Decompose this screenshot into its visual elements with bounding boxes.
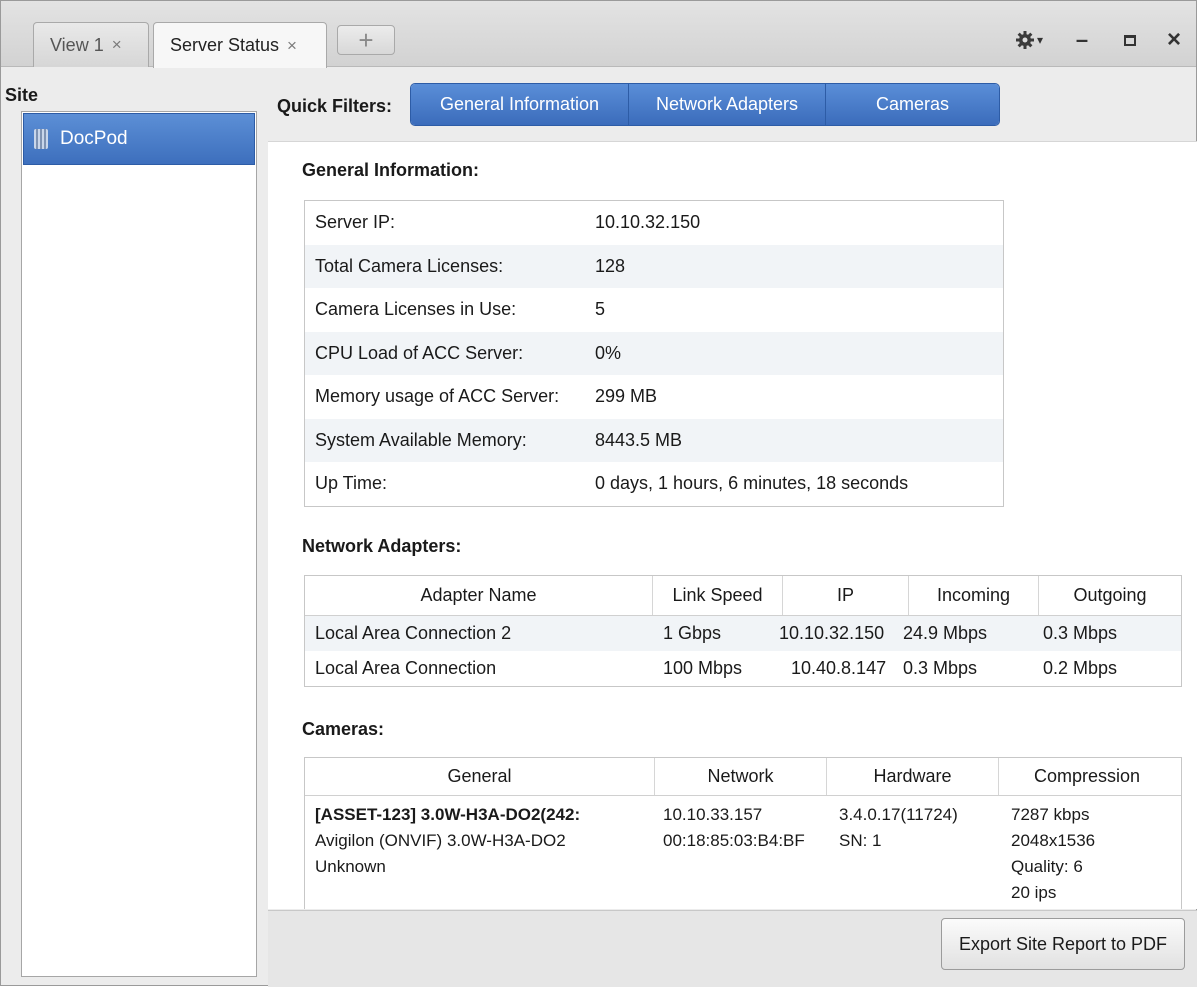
maximize-icon — [1124, 34, 1136, 46]
info-row: Server IP: 10.10.32.150 — [305, 201, 1003, 245]
info-key: Camera Licenses in Use: — [315, 299, 517, 320]
camera-serial: SN: 1 — [839, 831, 882, 850]
cell-adapter-name: Local Area Connection — [315, 658, 497, 678]
column-header-hardware[interactable]: Hardware — [827, 758, 999, 795]
camera-ip: 10.10.33.157 — [663, 805, 763, 824]
info-value: 0 days, 1 hours, 6 minutes, 18 seconds — [595, 473, 909, 494]
cell-adapter-name: Local Area Connection 2 — [315, 623, 512, 643]
info-row: CPU Load of ACC Server: 0% — [305, 331, 1003, 375]
info-key: System Available Memory: — [315, 429, 527, 450]
network-adapters-heading: Network Adapters: — [302, 536, 462, 556]
tab-label: View 1 — [50, 34, 104, 55]
info-row: Total Camera Licenses: 128 — [305, 244, 1003, 288]
add-tab-button[interactable]: + — [337, 25, 395, 55]
info-row: Camera Licenses in Use: 5 — [305, 288, 1003, 332]
cell-ip: 10.10.32.150 — [779, 623, 885, 643]
minimize-icon: – — [1075, 27, 1089, 52]
table-row[interactable]: Local Area Connection 2 1 Gbps 10.10.32.… — [305, 616, 1181, 651]
close-window-button[interactable]: × — [1159, 25, 1189, 55]
cell-incoming: 24.9 Mbps — [903, 623, 988, 643]
info-value: 5 — [595, 299, 606, 320]
camera-resolution: 2048x1536 — [1011, 831, 1096, 850]
column-header-link-speed[interactable]: Link Speed — [653, 576, 783, 615]
camera-status: Unknown — [315, 857, 386, 876]
general-information-table: Server IP: 10.10.32.150 Total Camera Lice… — [304, 200, 1004, 507]
tab-server-status[interactable]: Server Status × — [153, 22, 327, 68]
maximize-button[interactable] — [1115, 25, 1145, 55]
filter-network-adapters-button[interactable]: Network Adapters — [629, 84, 826, 125]
close-icon: × — [1166, 26, 1181, 53]
camera-network-cell: 10.10.33.157 00:18:85:03:B4:BF — [655, 802, 827, 906]
camera-mac: 00:18:85:03:B4:BF — [663, 831, 805, 850]
site-item-docpod[interactable]: DocPod — [23, 113, 255, 165]
tab-view-1[interactable]: View 1 × — [33, 22, 149, 67]
column-header-outgoing[interactable]: Outgoing — [1039, 576, 1181, 615]
cell-outgoing: 0.2 Mbps — [1043, 658, 1118, 678]
camera-frame-rate: 20 ips — [1011, 883, 1057, 902]
info-key: CPU Load of ACC Server: — [315, 342, 524, 363]
camera-bitrate: 7287 kbps — [1011, 805, 1090, 824]
camera-compression-cell: 7287 kbps 2048x1536 Quality: 6 20 ips — [999, 802, 1175, 906]
cameras-heading: Cameras: — [302, 719, 385, 739]
camera-hardware-cell: 3.4.0.17(11724) SN: 1 — [827, 802, 999, 906]
cell-link-speed: 1 Gbps — [663, 623, 722, 643]
info-row: System Available Memory: 8443.5 MB — [305, 418, 1003, 462]
info-key: Total Camera Licenses: — [315, 255, 504, 276]
site-item-label: DocPod — [60, 128, 128, 149]
table-header: Adapter Name Link Speed IP Incoming Outg… — [305, 576, 1181, 616]
info-value: 128 — [595, 255, 626, 276]
close-tab-icon[interactable]: × — [112, 35, 122, 55]
network-adapters-rows: Local Area Connection 2 1 Gbps 10.10.32.… — [305, 616, 1181, 686]
cell-ip: 10.40.8.147 — [791, 658, 887, 678]
column-header-general[interactable]: General — [305, 758, 655, 795]
camera-name: [ASSET-123] 3.0W-H3A-DO2(242: — [315, 805, 581, 824]
table-row[interactable]: Local Area Connection 100 Mbps 10.40.8.1… — [305, 651, 1181, 686]
info-key: Up Time: — [315, 473, 388, 494]
cell-incoming: 0.3 Mbps — [903, 658, 978, 678]
camera-quality: Quality: 6 — [1011, 857, 1083, 876]
info-value: 299 MB — [595, 386, 658, 407]
info-value: 0% — [595, 342, 622, 363]
filter-cameras-button[interactable]: Cameras — [826, 84, 999, 125]
site-list: DocPod — [21, 111, 257, 977]
info-value: 8443.5 MB — [595, 429, 683, 450]
camera-row[interactable]: [ASSET-123] 3.0W-H3A-DO2(242: Avigilon (… — [305, 796, 1181, 906]
camera-general-cell: [ASSET-123] 3.0W-H3A-DO2(242: Avigilon (… — [305, 802, 655, 906]
filter-general-information-button[interactable]: General Information — [411, 84, 629, 125]
general-information-heading: General Information: — [302, 160, 480, 180]
minimize-button[interactable]: – — [1067, 25, 1097, 55]
export-site-report-button[interactable]: Export Site Report to PDF — [941, 918, 1185, 970]
column-header-adapter-name[interactable]: Adapter Name — [305, 576, 653, 615]
app-window: View 1 × Server Status × + ▾ – × Site Do… — [0, 0, 1197, 987]
gear-icon — [1015, 31, 1034, 49]
column-header-ip[interactable]: IP — [783, 576, 909, 615]
column-header-incoming[interactable]: Incoming — [909, 576, 1039, 615]
quick-filters-label: Quick Filters: — [277, 96, 393, 116]
camera-firmware: 3.4.0.17(11724) — [839, 805, 958, 824]
site-panel-title: Site — [5, 85, 39, 105]
table-header: General Network Hardware Compression — [305, 758, 1181, 796]
column-header-network[interactable]: Network — [655, 758, 827, 795]
tab-bar: View 1 × Server Status × + ▾ – × — [1, 1, 1196, 68]
close-tab-icon[interactable]: × — [287, 36, 297, 56]
info-key: Server IP: — [315, 212, 396, 233]
chevron-down-icon: ▾ — [1036, 33, 1044, 47]
info-value: 10.10.32.150 — [595, 212, 701, 233]
settings-menu-button[interactable]: ▾ — [1007, 25, 1051, 55]
quick-filters: General Information Network Adapters Cam… — [410, 83, 1000, 126]
cell-outgoing: 0.3 Mbps — [1043, 623, 1118, 643]
network-adapters-table: Adapter Name Link Speed IP Incoming Outg… — [304, 575, 1182, 687]
info-key: Memory usage of ACC Server: — [315, 386, 560, 407]
cameras-table: General Network Hardware Compression [AS… — [304, 757, 1182, 909]
info-row: Up Time: 0 days, 1 hours, 6 minutes, 18 s… — [305, 462, 1003, 506]
cell-link-speed: 100 Mbps — [663, 658, 743, 678]
server-icon — [34, 129, 48, 149]
tab-label: Server Status — [170, 35, 280, 55]
server-status-content: General Information: Server IP: 10.10.32.… — [268, 141, 1197, 909]
column-header-compression[interactable]: Compression — [999, 758, 1175, 795]
info-row: Memory usage of ACC Server: 299 MB — [305, 375, 1003, 419]
camera-model: Avigilon (ONVIF) 3.0W-H3A-DO2 — [315, 831, 566, 850]
